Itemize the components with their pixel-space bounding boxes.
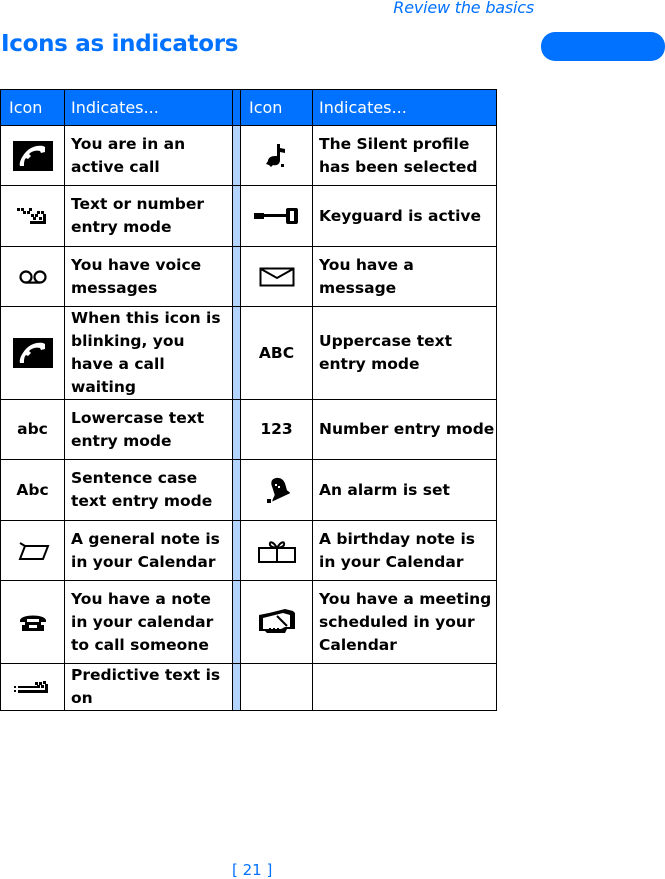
column-separator: [232, 306, 241, 400]
indicator-description: Text or number entry mode: [64, 185, 233, 247]
indicator-description: A general note is in your Calendar: [64, 520, 233, 581]
column-header-indicates: Indicates...: [64, 89, 233, 126]
icon-indicator-table: Icon Indicates... Icon Indicates... You …: [0, 89, 497, 711]
indicator-description: Keyguard is active: [312, 185, 497, 247]
column-separator: [232, 663, 241, 711]
page-title: Icons as indicators: [1, 31, 239, 57]
column-header-indicates: Indicates...: [312, 89, 497, 126]
indicator-description: You have a meeting scheduled in your Cal…: [312, 580, 497, 664]
envelope-icon: [259, 267, 295, 286]
section-tab-marker: [541, 32, 665, 61]
indicator-description: When this icon is blinking, you have a c…: [64, 306, 233, 400]
running-head: Review the basics: [393, 0, 534, 17]
column-separator: [232, 89, 241, 126]
empty-cell: [312, 663, 497, 711]
keyguard-icon: [253, 207, 300, 225]
silent-profile-icon: [263, 143, 291, 167]
indicator-description: Uppercase text entry mode: [312, 306, 497, 400]
general-note-icon: [16, 541, 50, 560]
column-header-icon: Icon: [240, 89, 313, 126]
predictive-text-icon: [13, 678, 53, 696]
table-row: You are in an active call The Silent pro…: [0, 125, 497, 186]
lowercase-icon: abc: [17, 420, 48, 438]
table-row: When this icon is blinking, you have a c…: [0, 306, 497, 400]
call-waiting-icon: [12, 338, 53, 368]
indicator-description: Predictive text is on: [64, 663, 233, 711]
alarm-bell-icon: [264, 477, 290, 503]
indicator-description: The Silent profile has been selected: [312, 125, 497, 186]
column-separator: [232, 459, 241, 521]
indicator-description: Number entry mode: [312, 399, 497, 460]
indicator-description: Lowercase text entry mode: [64, 399, 233, 460]
uppercase-icon: ABC: [258, 343, 295, 362]
table-row: Predictive text is on: [0, 663, 497, 711]
column-separator: [232, 399, 241, 460]
indicator-description: An alarm is set: [312, 459, 497, 521]
column-separator: [232, 580, 241, 664]
birthday-gift-icon: [257, 540, 297, 563]
indicator-description: A birthday note is in your Calendar: [312, 520, 497, 581]
column-header-icon: Icon: [0, 89, 65, 126]
table-row: Text or number entry mode Keyguard is ac…: [0, 185, 497, 247]
table-row: Abc Sentence case text entry mode An ala…: [0, 459, 497, 521]
column-separator: [232, 125, 241, 186]
column-separator: [232, 246, 241, 307]
number-mode-icon: 123: [260, 420, 293, 438]
voice-message-icon: [17, 267, 49, 285]
table-row: You have voice messages You have a messa…: [0, 246, 497, 307]
column-separator: [232, 185, 241, 247]
table-row: abc Lowercase text entry mode 123 Number…: [0, 399, 497, 460]
indicator-description: Sentence case text entry mode: [64, 459, 233, 521]
text-entry-icon: [16, 207, 50, 225]
indicator-description: You have a message: [312, 246, 497, 307]
call-note-phone-icon: [18, 613, 48, 631]
column-separator: [232, 520, 241, 581]
indicator-description: You have voice messages: [64, 246, 233, 307]
indicator-description: You are in an active call: [64, 125, 233, 186]
table-row: You have a note in your calendar to call…: [0, 580, 497, 664]
table-header-row: Icon Indicates... Icon Indicates...: [0, 89, 497, 126]
page-number: [ 21 ]: [232, 861, 273, 879]
empty-cell: [240, 663, 313, 711]
indicator-description: You have a note in your calendar to call…: [64, 580, 233, 664]
sentence-case-icon: Abc: [16, 480, 49, 499]
table-row: A general note is in your Calendar A bir…: [0, 520, 497, 581]
active-call-icon: [12, 140, 53, 171]
meeting-handshake-icon: [257, 609, 297, 633]
